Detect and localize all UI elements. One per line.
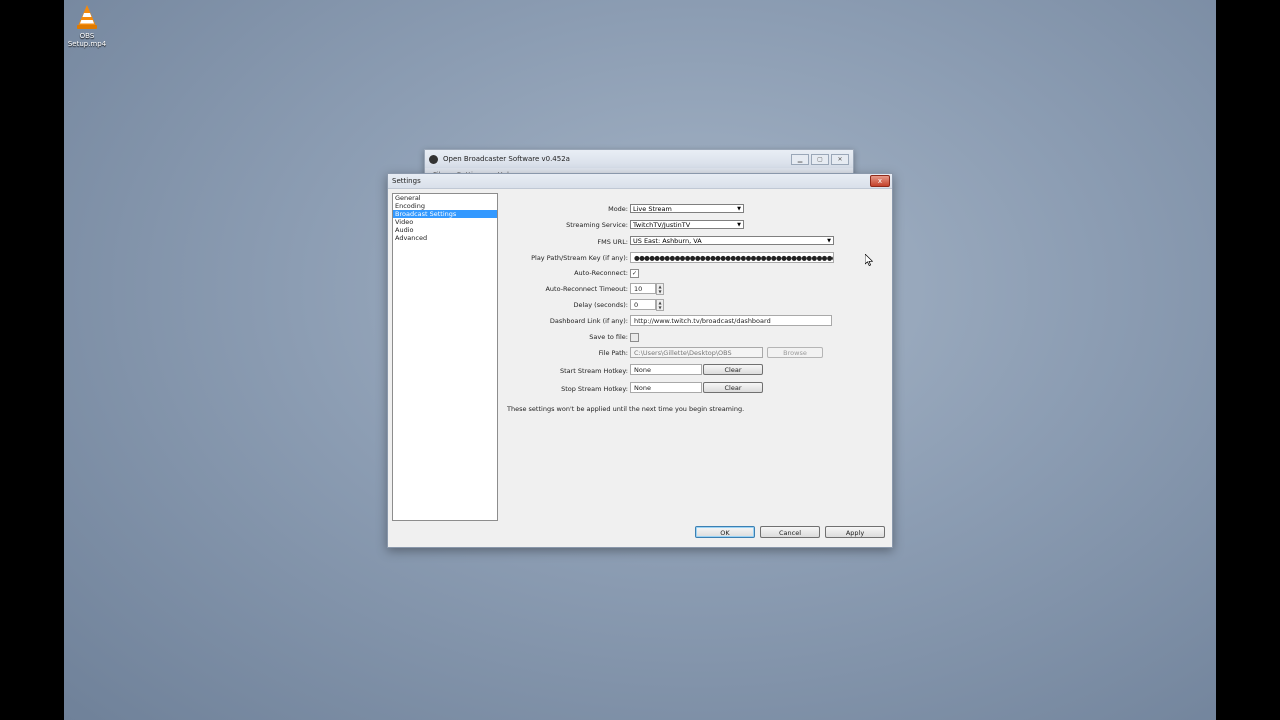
- stop-hotkey-label: Stop Stream Hotkey:: [561, 385, 628, 393]
- service-label: Streaming Service:: [566, 221, 628, 229]
- file-path-input[interactable]: C:\Users\Gillette\Desktop\OBS Setup.mp4: [630, 347, 763, 358]
- start-hotkey-label: Start Stream Hotkey:: [559, 367, 628, 375]
- dashboard-link-input[interactable]: http://www.twitch.tv/broadcast/dashboard: [630, 315, 832, 326]
- auto-reconnect-timeout-label: Auto-Reconnect Timeout:: [545, 285, 628, 293]
- desktop-file-icon[interactable]: OBS Setup.mp4: [66, 4, 108, 48]
- fms-url-value: US East: Ashburn, VA: [633, 237, 702, 245]
- settings-dialog: Settings x General Encoding Broadcast Se…: [387, 173, 893, 548]
- settings-note: These settings won't be applied until th…: [507, 405, 745, 413]
- desktop-file-label: OBS Setup.mp4: [67, 32, 107, 48]
- stream-key-label: Play Path/Stream Key (if any):: [531, 254, 628, 262]
- apply-button[interactable]: Apply: [825, 526, 885, 538]
- obs-logo-icon: [429, 154, 438, 164]
- mode-select[interactable]: Live Stream ▼: [630, 204, 744, 213]
- obs-title-bar[interactable]: Open Broadcaster Software v0.452a ▁ ▢ ✕: [425, 150, 853, 168]
- timeout-spinner[interactable]: ▲ ▼: [656, 283, 664, 295]
- maximize-button[interactable]: ▢: [811, 153, 829, 165]
- save-to-file-checkbox[interactable]: [630, 333, 639, 342]
- dashboard-label: Dashboard Link (if any):: [549, 317, 628, 325]
- auto-reconnect-checkbox[interactable]: ✓: [630, 269, 639, 278]
- clear-stop-hotkey-button[interactable]: Clear: [703, 382, 763, 393]
- mouse-cursor-icon: [864, 251, 874, 270]
- cancel-button[interactable]: Cancel: [760, 526, 820, 538]
- save-to-file-label: Save to file:: [589, 333, 628, 341]
- chevron-down-icon: ▼: [737, 222, 741, 228]
- service-value: TwitchTV/JustinTV: [633, 221, 691, 229]
- settings-close-button[interactable]: x: [870, 175, 890, 187]
- fms-url-select[interactable]: US East: Ashburn, VA ▼: [630, 236, 834, 245]
- settings-title: Settings: [392, 177, 421, 185]
- delay-spinner[interactable]: ▲ ▼: [656, 299, 664, 311]
- mode-value: Live Stream: [633, 205, 672, 213]
- nav-general[interactable]: General: [393, 194, 497, 202]
- minimize-button[interactable]: ▁: [791, 153, 809, 165]
- auto-reconnect-label: Auto-Reconnect:: [574, 269, 628, 277]
- auto-reconnect-timeout-input[interactable]: 10: [630, 283, 656, 294]
- file-path-label: File Path:: [598, 349, 628, 357]
- browse-button[interactable]: Browse: [767, 347, 823, 358]
- chevron-down-icon: ▼: [737, 206, 741, 212]
- clear-start-hotkey-button[interactable]: Clear: [703, 364, 763, 375]
- mode-label: Mode:: [608, 205, 628, 213]
- fms-url-label: FMS URL:: [597, 238, 628, 246]
- delay-input[interactable]: 0: [630, 299, 656, 310]
- stop-hotkey-input[interactable]: None: [630, 382, 702, 393]
- settings-title-bar[interactable]: Settings x: [388, 174, 892, 189]
- ok-button[interactable]: OK: [695, 526, 755, 538]
- obs-window-title: Open Broadcaster Software v0.452a: [443, 155, 570, 163]
- service-select[interactable]: TwitchTV/JustinTV ▼: [630, 220, 744, 229]
- start-hotkey-input[interactable]: None: [630, 364, 702, 375]
- chevron-down-icon: ▼: [827, 238, 831, 244]
- vlc-cone-icon: [75, 4, 99, 30]
- stream-key-input[interactable]: ●●●●●●●●●●●●●●●●●●●●●●●●●●●●●●●●●●●●●●●●…: [630, 252, 834, 263]
- close-button[interactable]: ✕: [831, 153, 849, 165]
- delay-label: Delay (seconds):: [573, 301, 628, 309]
